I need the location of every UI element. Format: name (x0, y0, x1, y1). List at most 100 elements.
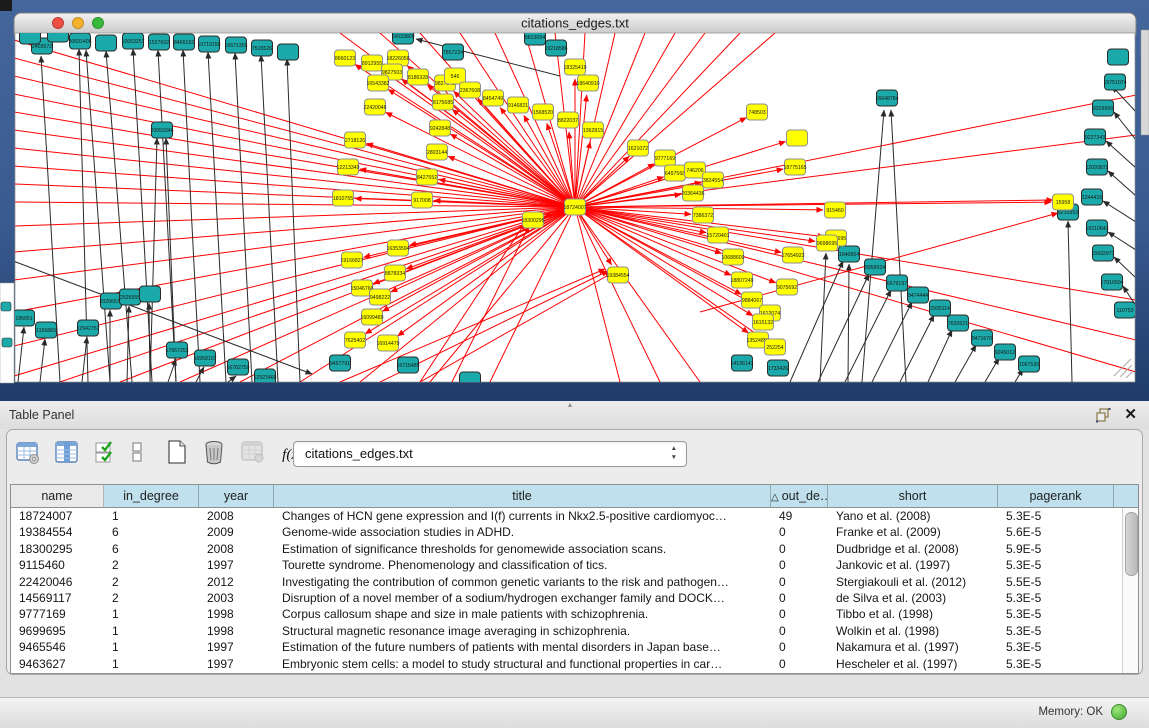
table-cell[interactable]: Wolkin et al. (1998) (828, 623, 998, 639)
close-panel-icon[interactable]: ✕ (1124, 405, 1137, 423)
table-vertical-scrollbar[interactable] (1122, 508, 1138, 673)
table-cell[interactable]: 5.3E-5 (998, 508, 1114, 524)
table-cell[interactable]: Embryonic stem cells: a model to study s… (274, 656, 771, 672)
table-row[interactable]: 911546021997Tourette syndrome. Phenomeno… (11, 557, 1123, 573)
table-cell[interactable]: 2008 (199, 541, 274, 557)
table-cell[interactable]: 18300295 (11, 541, 104, 557)
table-cell[interactable]: 2009 (199, 524, 274, 540)
table-cell[interactable]: 1998 (199, 623, 274, 639)
table-cell[interactable]: 1 (104, 508, 199, 524)
table-cell[interactable]: 1997 (199, 557, 274, 573)
table-cell[interactable]: Estimation of significance thresholds fo… (274, 541, 771, 557)
table-row[interactable]: 969969511998Structural magnetic resonanc… (11, 623, 1123, 639)
table-cell[interactable]: 22420046 (11, 574, 104, 590)
table-cell[interactable]: Nakamura et al. (1997) (828, 639, 998, 655)
table-cell[interactable]: Jankovic et al. (1997) (828, 557, 998, 573)
network-canvas-svg[interactable]: citations_edges.txt 24035723069140610653… (0, 0, 1149, 401)
table-cell[interactable]: Tourette syndrome. Phenomenology and cla… (274, 557, 771, 573)
network-table-selector[interactable]: citations_edges.txt ▲▼ (293, 441, 687, 467)
table-cell[interactable]: Genome-wide association studies in ADHD. (274, 524, 771, 540)
table-cell[interactable]: 6 (104, 541, 199, 557)
table-row[interactable]: 946362711997Embryonic stem cells: a mode… (11, 656, 1123, 672)
table-cell[interactable]: 0 (771, 623, 828, 639)
column-header-year[interactable]: year (199, 485, 274, 507)
table-cell[interactable]: 5.3E-5 (998, 639, 1114, 655)
table-cell[interactable]: 5.9E-5 (998, 541, 1114, 557)
table-cell[interactable]: 2008 (199, 508, 274, 524)
table-cell[interactable]: 9463627 (11, 656, 104, 672)
memory-ok-indicator-icon[interactable] (1111, 704, 1127, 720)
table-cell[interactable]: 1 (104, 623, 199, 639)
table-cell[interactable]: 0 (771, 656, 828, 672)
window-zoom-button[interactable] (93, 18, 104, 29)
table-cell[interactable]: 19384554 (11, 524, 104, 540)
table-cell[interactable]: 1 (104, 639, 199, 655)
window-minimize-button[interactable] (73, 18, 84, 29)
table-cell[interactable]: 1 (104, 606, 199, 622)
table-cell[interactable]: 18724007 (11, 508, 104, 524)
new-table-icon[interactable] (165, 438, 189, 471)
table-cell[interactable]: 6 (104, 524, 199, 540)
show-column-icon[interactable] (54, 439, 81, 471)
table-row[interactable]: 1830029562008Estimation of significance … (11, 541, 1123, 557)
table-cell[interactable]: Changes of HCN gene expression and I(f) … (274, 508, 771, 524)
graph-node[interactable] (1108, 49, 1129, 65)
table-cell[interactable]: 9699695 (11, 623, 104, 639)
table-cell[interactable]: 1 (104, 656, 199, 672)
table-row[interactable]: 977716911998Corpus callosum shape and si… (11, 606, 1123, 622)
table-cell[interactable]: 9777169 (11, 606, 104, 622)
column-header-name[interactable]: name (11, 485, 104, 507)
column-header-short[interactable]: short (828, 485, 998, 507)
table-cell[interactable]: 1998 (199, 606, 274, 622)
table-cell[interactable]: 0 (771, 524, 828, 540)
table-cell[interactable]: 2 (104, 590, 199, 606)
column-header-title[interactable]: title (274, 485, 771, 507)
table-cell[interactable]: Corpus callosum shape and size in male p… (274, 606, 771, 622)
table-cell[interactable]: 5.3E-5 (998, 623, 1114, 639)
table-cell[interactable]: 0 (771, 606, 828, 622)
table-cell[interactable]: Stergiakouli et al. (2012) (828, 574, 998, 590)
column-header-out_de[interactable]: △out_de… (771, 485, 828, 507)
select-all-checks-icon[interactable] (94, 439, 118, 471)
column-header-pagerank[interactable]: pagerank (998, 485, 1114, 507)
table-cell[interactable]: 49 (771, 508, 828, 524)
table-row[interactable]: 946554611997Estimation of the future num… (11, 639, 1123, 655)
table-cell[interactable]: 2 (104, 574, 199, 590)
delete-table-icon[interactable] (201, 438, 227, 471)
column-header-in_degree[interactable]: in_degree (104, 485, 199, 507)
table-cell[interactable]: 2012 (199, 574, 274, 590)
table-row[interactable]: 2242004622012Investigating the contribut… (11, 574, 1123, 590)
scrollbar-thumb[interactable] (1125, 512, 1138, 576)
table-cell[interactable]: Structural magnetic resonance image aver… (274, 623, 771, 639)
table-cell[interactable]: Estimation of the future numbers of pati… (274, 639, 771, 655)
graph-node[interactable] (278, 44, 299, 60)
float-panel-icon[interactable] (1095, 407, 1111, 423)
table-cell[interactable]: Investigating the contribution of common… (274, 574, 771, 590)
table-cell[interactable]: Hescheler et al. (1997) (828, 656, 998, 672)
table-row[interactable]: 1456911722003Disruption of a novel membe… (11, 590, 1123, 606)
table-cell[interactable]: 5.3E-5 (998, 656, 1114, 672)
table-cell[interactable]: de Silva et al. (2003) (828, 590, 998, 606)
window-close-button[interactable] (53, 18, 64, 29)
table-cell[interactable]: 5.3E-5 (998, 557, 1114, 573)
table-cell[interactable]: 2 (104, 557, 199, 573)
table-cell[interactable]: Franke et al. (2009) (828, 524, 998, 540)
table-cell[interactable]: Disruption of a novel member of a sodium… (274, 590, 771, 606)
table-cell[interactable]: 0 (771, 541, 828, 557)
table-cell[interactable]: Tibbo et al. (1998) (828, 606, 998, 622)
graph-node[interactable] (96, 35, 117, 51)
table-cell[interactable]: Dudbridge et al. (2008) (828, 541, 998, 557)
table-cell[interactable]: 9465546 (11, 639, 104, 655)
table-cell[interactable]: 0 (771, 639, 828, 655)
table-cell[interactable]: 5.6E-5 (998, 524, 1114, 540)
table-cell[interactable]: 1997 (199, 639, 274, 655)
table-cell[interactable]: 2003 (199, 590, 274, 606)
graph-node[interactable] (140, 286, 161, 302)
splitter-grip-icon[interactable]: ▴ (568, 400, 572, 409)
table-cell[interactable]: 9115460 (11, 557, 104, 573)
table-settings-icon[interactable] (15, 439, 42, 471)
table-cell[interactable]: 5.3E-5 (998, 606, 1114, 622)
table-cell[interactable]: Yano et al. (2008) (828, 508, 998, 524)
table-cell[interactable]: 14569117 (11, 590, 104, 606)
table-row[interactable]: 1938455462009Genome-wide association stu… (11, 524, 1123, 540)
